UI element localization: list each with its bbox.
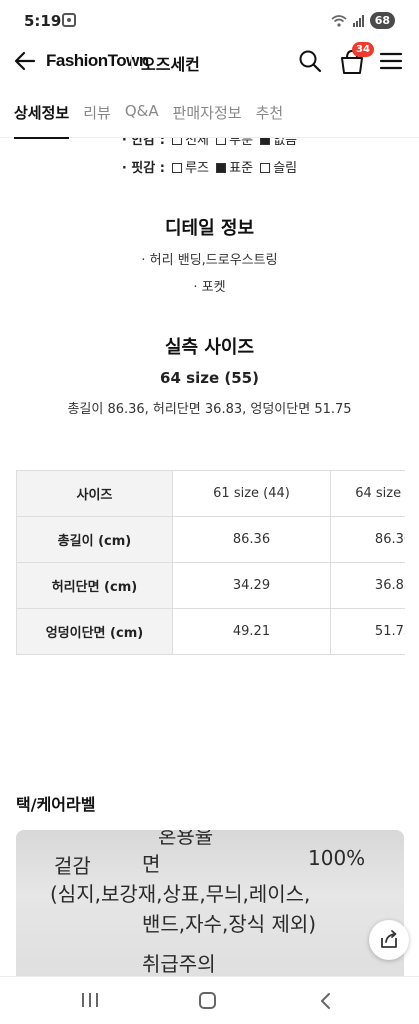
table-cell: 51.75	[330, 608, 405, 655]
table-cell: 86.36	[171, 516, 331, 563]
fit-label: · 핏감 :	[121, 161, 165, 176]
tab-qna[interactable]: Q&A	[125, 94, 159, 138]
care-label-text: 혼용율	[158, 830, 214, 848]
status-indicators: 68	[331, 12, 395, 29]
product-detail-content: · 안감 : 전체 부분 없음 · 핏감 : 루즈 표준 슬림 디테일 정보 ·…	[0, 138, 419, 976]
tab-reviews[interactable]: 리뷰	[83, 94, 111, 138]
care-label-text: 취급주의	[142, 952, 216, 976]
lining-option: 부분	[229, 138, 254, 148]
table-cell: 86.36	[330, 516, 405, 563]
store-name[interactable]: 오즈세컨	[141, 51, 200, 75]
detail-info-title: 디테일 정보	[164, 218, 255, 239]
wifi-icon	[331, 14, 347, 27]
care-label-text: 겉감	[54, 854, 91, 878]
fit-row: · 핏감 : 루즈 표준 슬림	[0, 157, 419, 176]
table-row: 엉덩이단면 (cm) 49.21 51.75	[16, 608, 405, 655]
signal-icon	[352, 14, 364, 27]
lining-option: 전체	[185, 138, 210, 148]
checkbox-filled-icon	[216, 163, 227, 173]
detail-item: · 허리 밴딩,드로우스트링	[141, 253, 278, 268]
table-row: 허리단면 (cm) 34.29 36.83	[16, 562, 405, 609]
back-arrow-icon[interactable]	[12, 48, 38, 74]
lining-label: · 안감 :	[121, 138, 165, 148]
share-icon	[381, 930, 397, 948]
table-header-cell: 사이즈	[16, 470, 173, 517]
recent-apps-icon[interactable]	[82, 993, 98, 1007]
care-label-text: 면	[142, 852, 161, 876]
care-label-text: 밴드,자수,장식 제외)	[142, 912, 317, 936]
table-cell: 49.21	[171, 608, 331, 655]
system-nav-bar	[0, 976, 419, 1024]
checkbox-empty-icon	[172, 138, 183, 145]
size-table: 사이즈 61 size (44) 64 size (55) 총길이 (cm) 8…	[16, 470, 405, 655]
top-header: FashionTown 오즈세컨 34	[0, 42, 419, 80]
screenshot-icon	[62, 13, 76, 27]
lining-option: 없음	[273, 138, 298, 148]
status-bar: 5:19 68	[0, 0, 419, 44]
care-label-title: 택/케어라벨	[16, 795, 96, 814]
table-header-cell: 61 size (44)	[171, 470, 331, 517]
battery-indicator: 68	[369, 12, 395, 29]
checkbox-empty-icon	[172, 163, 183, 173]
measure-size-description: 총길이 86.36, 허리단면 36.83, 엉덩이단면 51.75	[67, 402, 352, 417]
table-row-label: 엉덩이단면 (cm)	[16, 608, 173, 655]
detail-item: · 포켓	[193, 280, 226, 295]
cart-count-badge: 34	[352, 42, 374, 57]
measure-size-title: 실측 사이즈	[164, 337, 255, 358]
tab-seller-info[interactable]: 판매자정보	[173, 94, 242, 138]
table-row: 총길이 (cm) 86.36 86.36	[16, 516, 405, 563]
care-label-text: 100%	[308, 846, 366, 870]
header-divider	[131, 55, 132, 69]
table-cell: 36.83	[330, 562, 405, 609]
share-button[interactable]	[369, 920, 409, 960]
table-row-label: 허리단면 (cm)	[16, 562, 173, 609]
table-row-label: 총길이 (cm)	[16, 516, 173, 563]
table-header-row: 사이즈 61 size (44) 64 size (55)	[16, 470, 405, 517]
nav-back-icon[interactable]	[317, 991, 335, 1011]
fit-option: 슬림	[273, 161, 298, 176]
tab-detail-info[interactable]: 상세정보	[14, 94, 70, 139]
care-label-text: (심지,보강재,상표,무늬,레이스,	[50, 882, 311, 906]
brand-logo[interactable]: FashionTown	[46, 51, 149, 71]
fit-option: 루즈	[185, 161, 210, 176]
tab-recommend[interactable]: 추천	[256, 94, 284, 138]
status-time: 5:19	[24, 12, 62, 30]
lining-row: · 안감 : 전체 부분 없음	[0, 138, 419, 148]
hamburger-menu-icon[interactable]	[379, 50, 403, 72]
size-table-container[interactable]: 사이즈 61 size (44) 64 size (55) 총길이 (cm) 8…	[16, 470, 405, 656]
care-label-photo: 혼용율 겉감 면 100% (심지,보강재,상표,무늬,레이스, 밴드,자수,장…	[16, 830, 404, 976]
checkbox-empty-icon	[260, 163, 271, 173]
measure-size-subtitle: 64 size (55)	[160, 369, 259, 387]
checkbox-filled-icon	[260, 138, 271, 145]
table-cell: 34.29	[171, 562, 331, 609]
checkbox-empty-icon	[216, 138, 227, 145]
detail-tabs: 상세정보 리뷰 Q&A 판매자정보 추천	[0, 94, 419, 139]
table-header-cell: 64 size (55)	[330, 470, 405, 517]
home-icon[interactable]	[199, 992, 216, 1009]
fit-option: 표준	[229, 161, 254, 176]
search-icon[interactable]	[298, 49, 322, 73]
